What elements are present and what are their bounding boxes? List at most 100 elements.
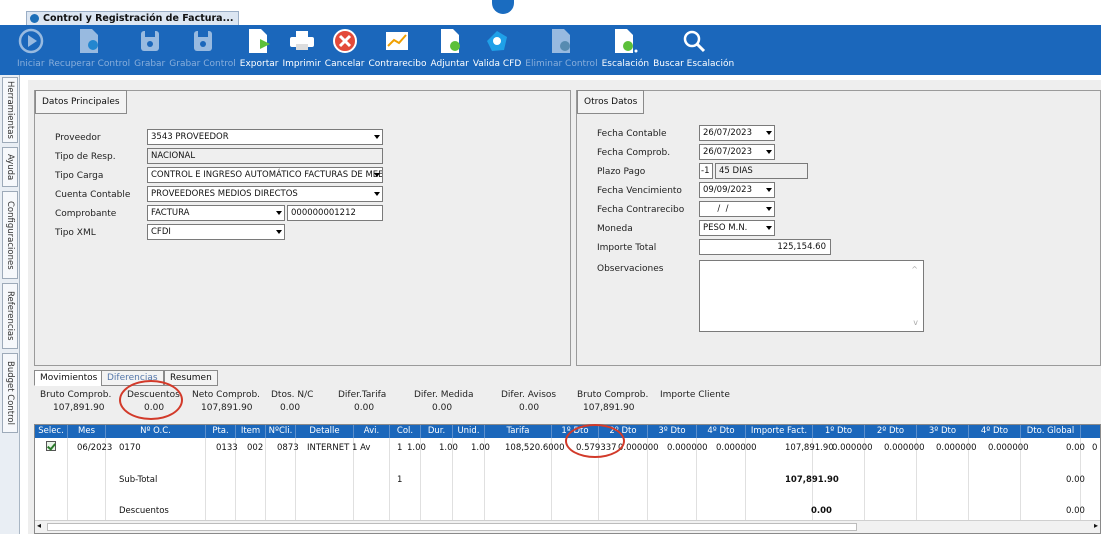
summary-label: Bruto Comprob. bbox=[40, 390, 112, 400]
summary-value: 107,891.90 bbox=[583, 403, 635, 413]
column-divider bbox=[265, 438, 266, 521]
tipo-carga-select[interactable]: CONTROL E INGRESO AUTOMÁTICO FACTURAS DE… bbox=[147, 167, 383, 183]
column-header[interactable]: 4º Dto bbox=[697, 425, 746, 438]
toolbar-button-save-control[interactable]: Grabar Control bbox=[169, 25, 236, 69]
column-header[interactable]: Nº O.C. bbox=[106, 425, 206, 438]
plazo-pago-input[interactable]: -1 bbox=[699, 163, 713, 179]
movimientos-section: Movimientos Diferencias Resumen Bruto Co… bbox=[34, 370, 1101, 534]
column-header[interactable]: 3º Dto bbox=[648, 425, 697, 438]
sidetab-ayuda[interactable]: Ayuda bbox=[2, 147, 18, 187]
cell-idto1: 0.000000 bbox=[832, 443, 873, 453]
toolbar-button-attach[interactable]: Adjuntar bbox=[430, 25, 469, 69]
chevron-down-icon bbox=[276, 211, 282, 215]
cell-col: 1.00 bbox=[407, 443, 426, 453]
select-checkbox[interactable] bbox=[46, 441, 56, 451]
cell-dto-global: 0.00 bbox=[1066, 443, 1085, 453]
cuenta-contable-select[interactable]: PROVEEDORES MEDIOS DIRECTOS bbox=[147, 186, 383, 202]
toolbar-button-play[interactable]: Iniciar bbox=[17, 25, 45, 69]
toolbar-label: Eliminar Control bbox=[525, 59, 598, 69]
column-header[interactable]: Mes bbox=[68, 425, 106, 438]
tab-datos-principales[interactable]: Datos Principales bbox=[35, 90, 127, 114]
toolbar-button-validate[interactable]: Valida CFD bbox=[473, 25, 521, 69]
toolbar-button-cancel[interactable]: Cancelar bbox=[325, 25, 365, 69]
importe-total-field[interactable]: 125,154.60 bbox=[699, 239, 831, 255]
toolbar-button-delete-doc[interactable]: Eliminar Control bbox=[525, 25, 598, 69]
column-divider bbox=[389, 438, 390, 521]
summary-value: 0.00 bbox=[519, 403, 540, 413]
delete-doc-icon bbox=[549, 25, 573, 57]
column-header[interactable]: Importe Fact. bbox=[746, 425, 813, 438]
escalation-icon bbox=[612, 25, 638, 57]
sidetab-budget-control[interactable]: Budget Control bbox=[2, 353, 18, 433]
sidetab-herramientas[interactable]: Herramientas bbox=[2, 77, 18, 143]
toolbar-label: Iniciar bbox=[17, 59, 45, 69]
observaciones-textarea[interactable]: ^ v bbox=[699, 260, 924, 332]
column-header[interactable]: Pta. bbox=[206, 425, 236, 438]
toolbar-button-recover-doc[interactable]: Recuperar Control bbox=[48, 25, 131, 69]
comprobante-numero-input[interactable]: 000000001212 bbox=[287, 205, 383, 221]
document-tab[interactable]: Control y Registración de Factura... bbox=[26, 11, 240, 25]
column-header[interactable]: Avi. bbox=[354, 425, 390, 438]
fecha-contrarecibo-picker[interactable]: / / bbox=[699, 201, 775, 217]
proveedor-select[interactable]: 3543 PROVEEDOR bbox=[147, 129, 383, 145]
descuentos-importe: 0.00 bbox=[811, 506, 832, 516]
toolbar-button-save[interactable]: Grabar bbox=[134, 25, 165, 69]
toolbar-label: Valida CFD bbox=[472, 59, 522, 69]
toolbar-button-escalation[interactable]: Escalación bbox=[602, 25, 649, 69]
moneda-select[interactable]: PESO M.N. bbox=[699, 220, 775, 236]
column-header[interactable]: Detalle bbox=[296, 425, 354, 438]
summary-value: 0.00 bbox=[354, 403, 375, 413]
column-header[interactable]: NºCli. bbox=[266, 425, 296, 438]
toolbar-button-print[interactable]: Imprimir bbox=[282, 25, 321, 69]
horizontal-scrollbar[interactable]: ◂ ▸ bbox=[35, 520, 1100, 533]
column-header[interactable]: Dto. Global bbox=[1021, 425, 1081, 438]
column-header[interactable]: 1º Dto bbox=[813, 425, 865, 438]
window-tabstrip: Control y Registración de Factura... bbox=[0, 0, 1101, 25]
sidetab-referencias[interactable]: Referencias bbox=[2, 283, 18, 349]
summary-label: Difer. Medida bbox=[414, 390, 474, 400]
datos-principales-panel: Datos Principales Proveedor 3543 PROVEED… bbox=[34, 90, 571, 366]
tipo-xml-select[interactable]: CFDI bbox=[147, 224, 285, 240]
chevron-down-icon bbox=[374, 192, 380, 196]
column-header[interactable]: Selec. bbox=[35, 425, 68, 438]
tab-movimientos[interactable]: Movimientos bbox=[34, 370, 104, 386]
app-icon bbox=[30, 14, 39, 23]
cell-importe: 107,891.90 bbox=[785, 443, 834, 453]
plazo-pago-label: Plazo Pago bbox=[597, 167, 646, 177]
summary-value: 0.00 bbox=[432, 403, 453, 413]
column-header[interactable]: Tarifa bbox=[485, 425, 552, 438]
fecha-contrarecibo-label: Fecha Contrarecibo bbox=[597, 205, 685, 215]
column-header[interactable]: 4º Dto bbox=[969, 425, 1021, 438]
cancel-icon bbox=[332, 25, 358, 57]
toolbar-button-chart[interactable]: Contrarecibo bbox=[369, 25, 426, 69]
scroll-thumb[interactable] bbox=[47, 523, 857, 531]
scroll-left-icon[interactable]: ◂ bbox=[37, 521, 41, 530]
fecha-comprob-picker[interactable]: 26/07/2023 bbox=[699, 144, 775, 160]
toolbar-button-search[interactable]: Buscar Escalación bbox=[653, 25, 734, 69]
play-icon bbox=[18, 25, 44, 57]
tab-otros-datos[interactable]: Otros Datos bbox=[577, 90, 645, 114]
tab-resumen[interactable]: Resumen bbox=[164, 370, 218, 386]
column-header[interactable]: Unid. bbox=[453, 425, 485, 438]
summary-label: Bruto Comprob. bbox=[577, 390, 649, 400]
moneda-label: Moneda bbox=[597, 224, 633, 234]
comprobante-label: Comprobante bbox=[55, 209, 117, 219]
scroll-up-icon[interactable]: ^ bbox=[911, 265, 918, 274]
column-header[interactable]: 3º Dto bbox=[917, 425, 969, 438]
column-header[interactable]: Item bbox=[236, 425, 266, 438]
column-header[interactable]: Col. bbox=[390, 425, 421, 438]
scroll-down-icon[interactable]: v bbox=[913, 318, 918, 327]
main-toolbar: Iniciar Recuperar Control Grabar Grabar Con… bbox=[0, 25, 1101, 75]
column-header[interactable]: 2º Dto bbox=[865, 425, 917, 438]
fecha-vencimiento-picker[interactable]: 09/09/2023 bbox=[699, 182, 775, 198]
fecha-contable-picker[interactable]: 26/07/2023 bbox=[699, 125, 775, 141]
summary-label: Neto Comprob. bbox=[192, 390, 261, 400]
annotation-circle bbox=[565, 424, 625, 458]
comprobante-select[interactable]: FACTURA bbox=[147, 205, 285, 221]
toolbar-button-export[interactable]: Exportar bbox=[240, 25, 278, 69]
sidetab-configuraciones[interactable]: Configuraciones bbox=[2, 191, 18, 279]
column-header[interactable]: Dur. bbox=[421, 425, 453, 438]
subtotal-label: Sub-Total bbox=[119, 475, 158, 485]
toolbar-label: Recuperar Control bbox=[48, 59, 131, 69]
scroll-right-icon[interactable]: ▸ bbox=[1094, 521, 1098, 530]
